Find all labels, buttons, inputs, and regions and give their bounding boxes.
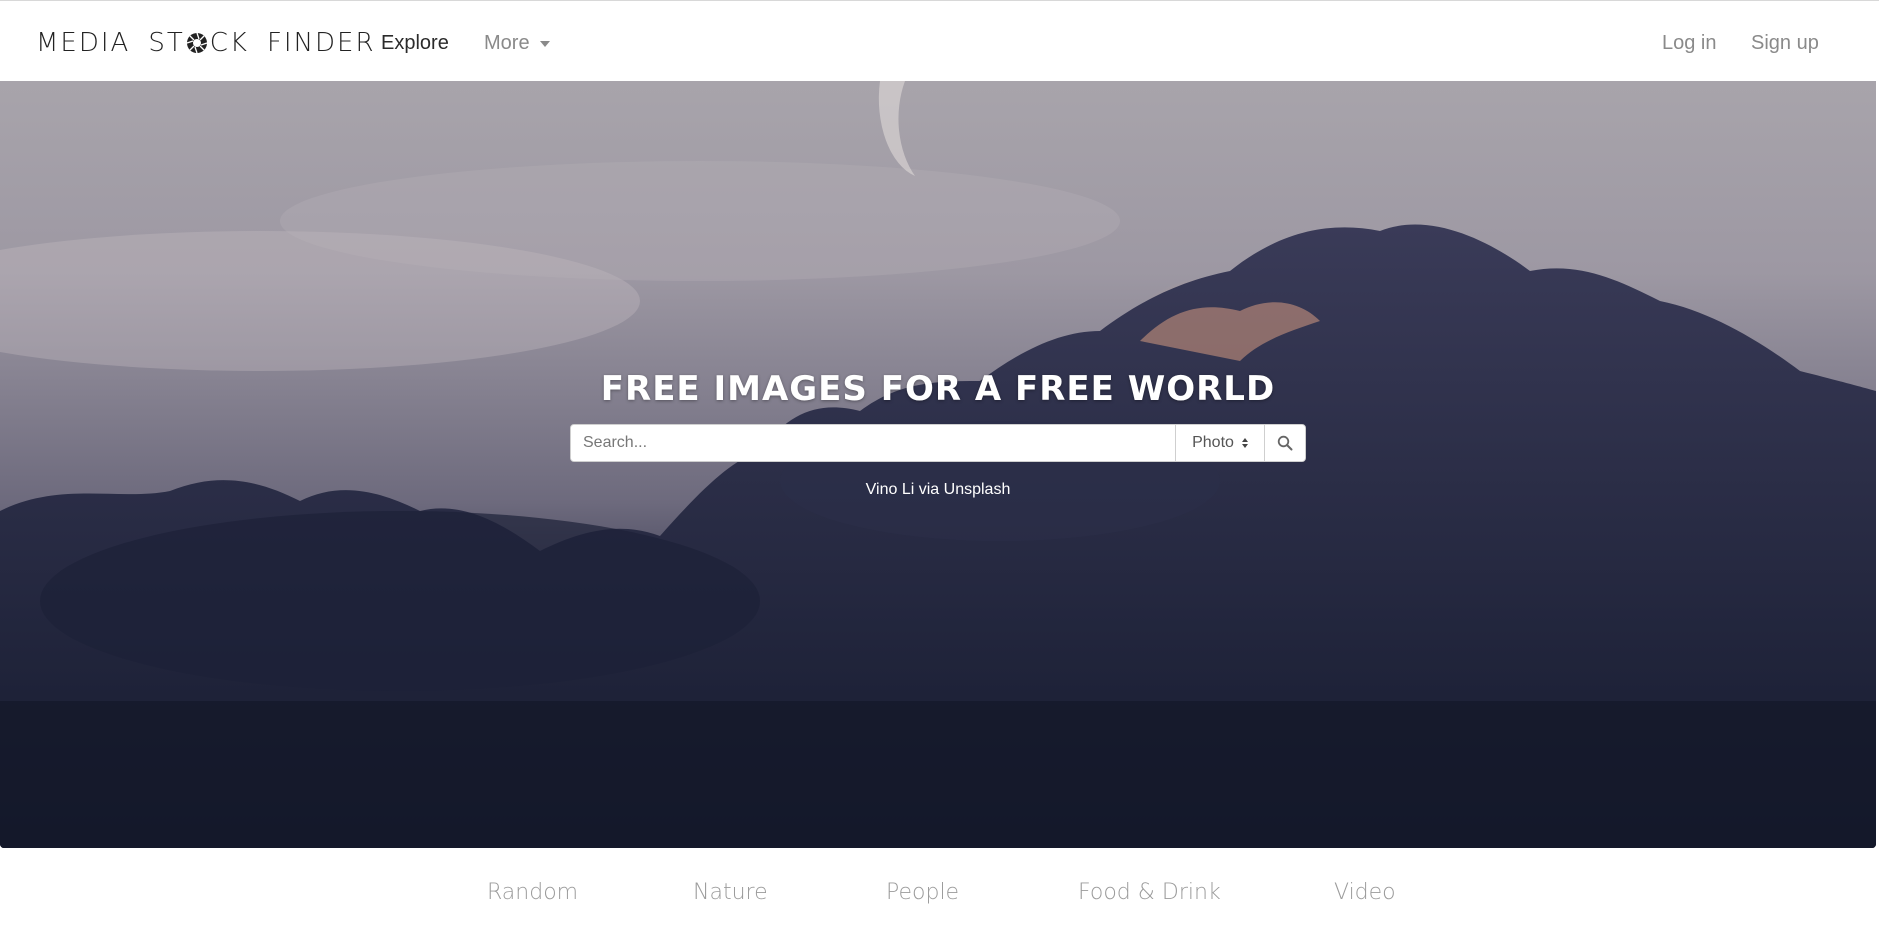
aperture-icon [186, 32, 207, 54]
nav-more-label: More [484, 32, 530, 54]
photo-credit[interactable]: Vino Li via Unsplash [0, 481, 1876, 499]
brand-logo[interactable]: MEDIA ST CK FINDER [36, 25, 376, 61]
category-people[interactable]: People [886, 880, 959, 905]
search-button[interactable] [1264, 425, 1305, 461]
login-link[interactable]: Log in [1662, 29, 1717, 57]
sky-clouds-background [0, 81, 1876, 848]
caret-down-icon [539, 41, 550, 47]
category-food-drink[interactable]: Food & Drink [1078, 880, 1221, 905]
select-arrows-icon [1241, 438, 1248, 448]
signup-link[interactable]: Sign up [1751, 29, 1819, 57]
media-type-value: Photo [1192, 434, 1234, 451]
search-input[interactable] [571, 425, 1175, 461]
media-type-select[interactable]: Photo [1175, 425, 1264, 461]
top-navbar: MEDIA ST CK FINDER Explore More Log in S… [0, 0, 1879, 80]
brand-word-stock-start: ST [148, 28, 185, 58]
brand-word-media: MEDIA [36, 28, 131, 58]
nav-explore-link[interactable]: Explore [381, 29, 449, 57]
category-video[interactable]: Video [1334, 880, 1396, 905]
search-icon [1277, 435, 1293, 451]
category-random[interactable]: Random [487, 880, 578, 905]
hero-title: FREE IMAGES FOR A FREE WORLD [600, 369, 1276, 409]
category-nature[interactable]: Nature [693, 880, 768, 905]
category-nav: Random Nature People Food & Drink Video [0, 880, 1879, 916]
search-bar: Photo [570, 424, 1306, 462]
brand-word-finder: FINDER [266, 28, 376, 58]
nav-more-dropdown[interactable]: More [484, 29, 550, 57]
hero-banner: FREE IMAGES FOR A FREE WORLD Photo Vino … [0, 81, 1876, 848]
brand-word-stock-end: CK [209, 28, 249, 58]
